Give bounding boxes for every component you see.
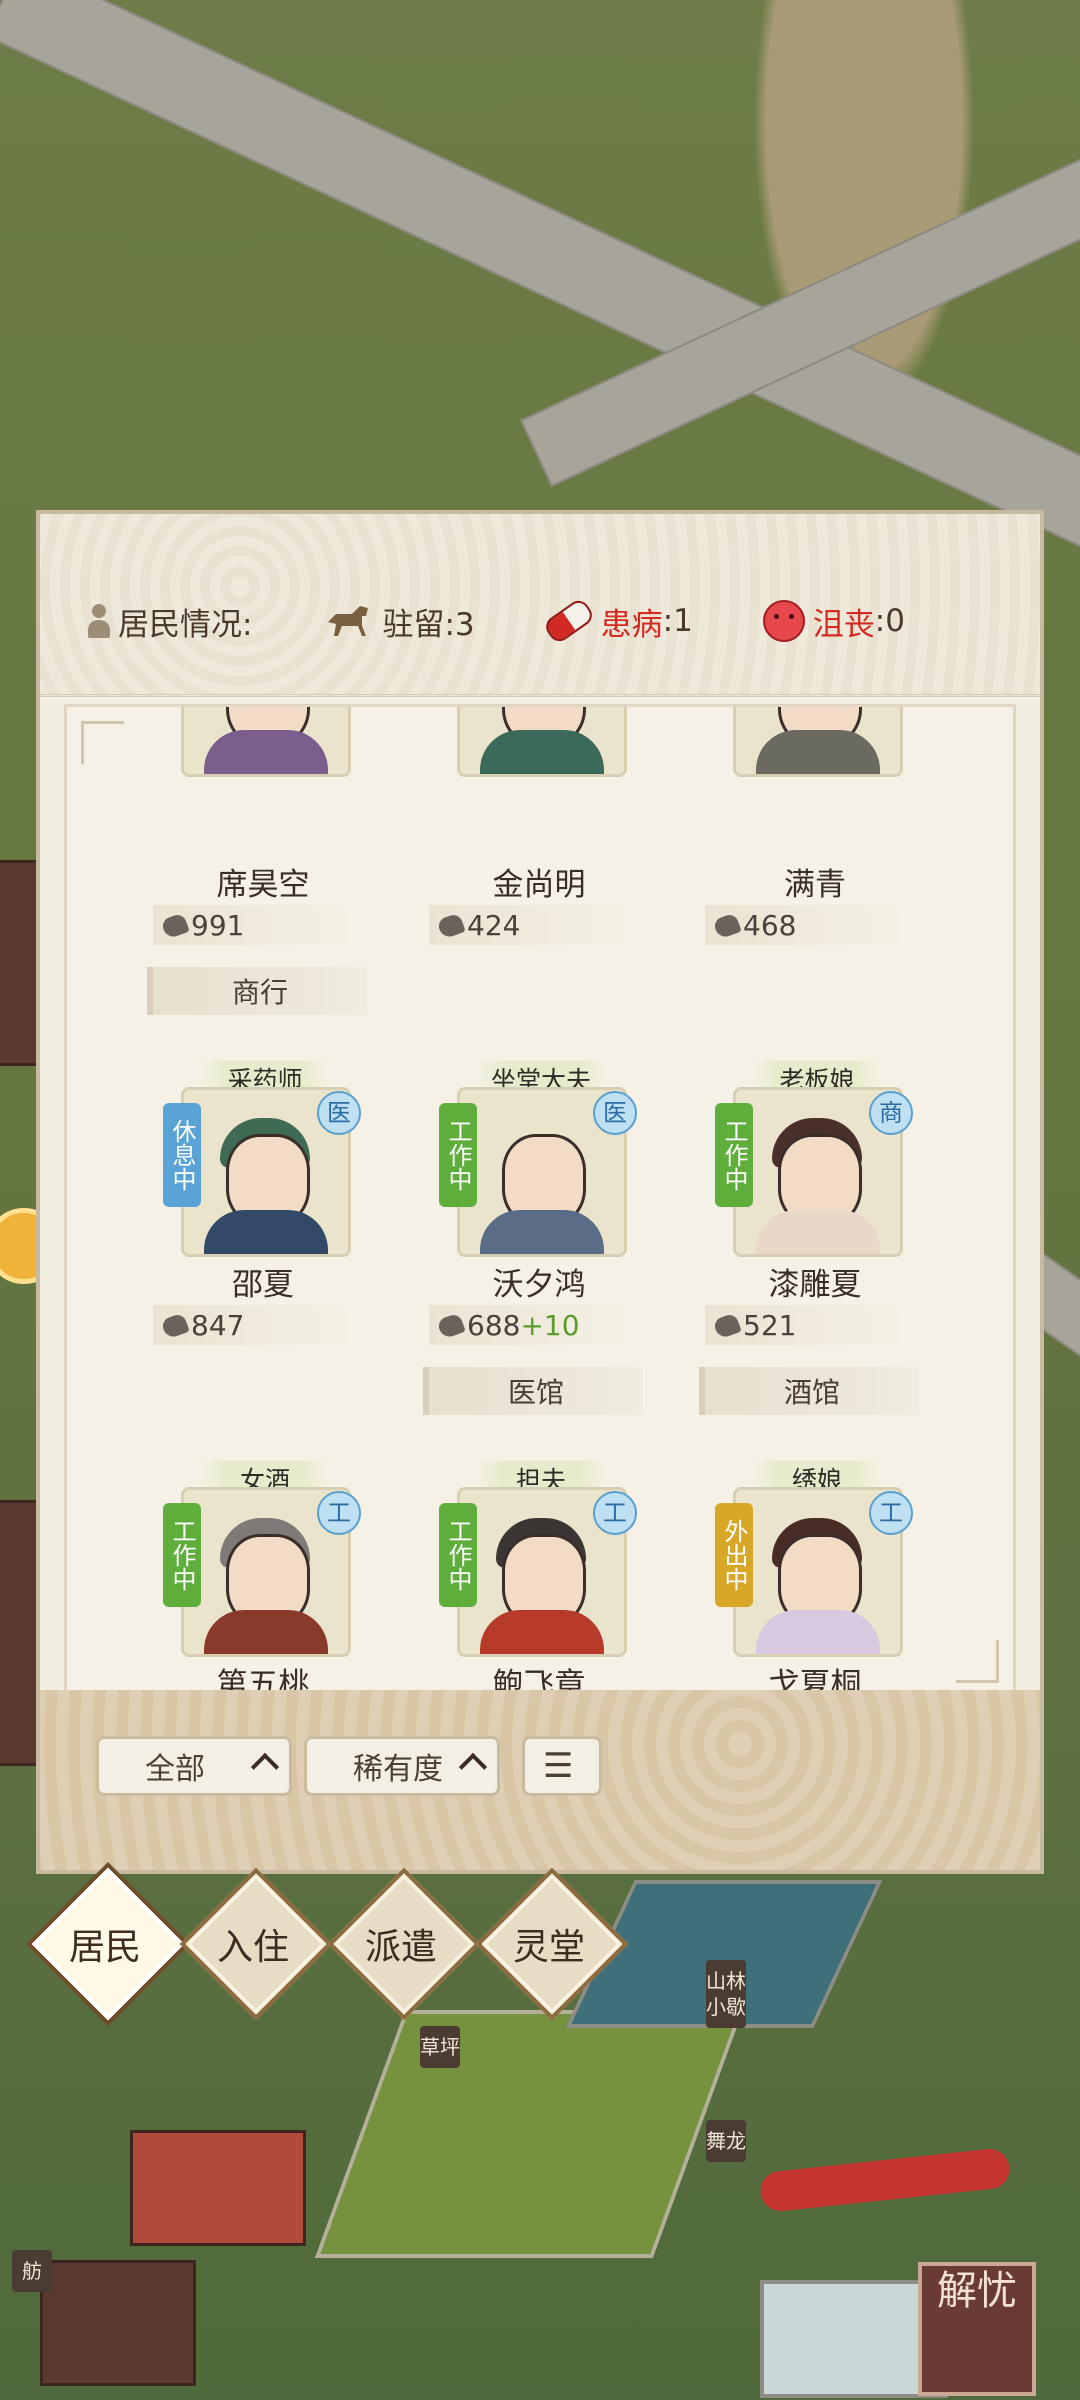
status-badge: 休息中 (163, 1103, 201, 1207)
resident-hp: 688 +10 (429, 1305, 629, 1345)
resident-card[interactable]: 女酒 工作中 工 第五桃 990 (163, 1461, 363, 1697)
resident-list[interactable]: 席昊空 991 商行 金尚明 424 满青 468 采药师 休息中 医 邵夏 8… (64, 704, 1016, 1700)
resident-card[interactable]: 采药师 休息中 医 邵夏 847 (153, 1061, 363, 1345)
status-badge: 工作中 (439, 1103, 477, 1207)
sick-value: :1 (662, 603, 693, 639)
stay-text: 驻留:3 (382, 606, 475, 643)
resident-name: 席昊空 (216, 867, 310, 903)
frame-corner (81, 721, 124, 764)
resident-name: 漆雕夏 (768, 1267, 862, 1303)
lawn-sign[interactable]: 草坪 (420, 2026, 460, 2068)
chevron-up-icon (250, 1752, 280, 1782)
heart-icon (437, 1312, 465, 1338)
resident-name: 满青 (784, 867, 846, 903)
resident-card[interactable]: 金尚明 424 (429, 707, 639, 945)
resident-label-text: 居民情况: (118, 606, 253, 643)
heart-icon (437, 912, 465, 938)
pavilion (130, 2130, 306, 2246)
menu-label: 居民 (68, 1927, 141, 1968)
type-badge: 商 (869, 1091, 913, 1135)
forest-rest-sign[interactable]: 山林小歇 (706, 1960, 746, 2028)
resident-portrait (181, 707, 351, 777)
frame-corner (956, 1640, 999, 1683)
status-badge: 工作中 (715, 1103, 753, 1207)
resident-card[interactable]: 绣娘 外出中 工 戈夏桐 648 (715, 1461, 915, 1697)
heart-icon (713, 912, 741, 938)
sad-label: 沮丧 (812, 606, 875, 643)
filter-all-label: 全部 (145, 1752, 205, 1787)
panel-footer: 全部 稀有度 ☰ (40, 1690, 1040, 1870)
resident-portrait (457, 707, 627, 777)
type-badge: 工 (593, 1491, 637, 1535)
resident-card[interactable]: 席昊空 991 商行 (147, 707, 367, 1015)
menu-move-in[interactable]: 入住 (179, 1867, 333, 2021)
sick-count: 患病:1 (541, 596, 693, 646)
type-badge: 医 (317, 1091, 361, 1135)
boat-house-sign[interactable]: 舫 (12, 2250, 52, 2292)
resident-hp: 424 (429, 905, 629, 945)
menu-label: 入住 (216, 1927, 289, 1968)
heart-icon (161, 1312, 189, 1338)
status-badge: 工作中 (163, 1503, 201, 1607)
workplace-tag[interactable]: 医馆 (423, 1367, 643, 1415)
resident-hp: 521 (705, 1305, 905, 1345)
filter-all-dropdown[interactable]: 全部 (96, 1736, 292, 1796)
sick-label: 患病 (600, 606, 663, 643)
menu-label: 派遣 (364, 1927, 437, 1968)
resident-card[interactable]: 担夫 工作中 工 鲍飞章 829 (439, 1461, 639, 1697)
heart-icon (713, 1312, 741, 1338)
resident-hp: 468 (705, 905, 905, 945)
relieve-worry-button[interactable]: 解忧 (918, 2262, 1036, 2396)
sad-count: 沮丧:0 (762, 599, 905, 644)
workplace-tag[interactable]: 酒馆 (699, 1367, 919, 1415)
status-badge: 工作中 (439, 1503, 477, 1607)
lawn-plot (314, 2010, 744, 2258)
sad-face-icon (762, 600, 805, 642)
resident-card[interactable]: 满青 468 (705, 707, 915, 945)
status-badge: 外出中 (715, 1503, 753, 1607)
horse-icon (328, 606, 369, 636)
type-badge: 工 (317, 1491, 361, 1535)
bottom-menu: 居民 入住 派遣 灵堂 (31, 1867, 640, 2021)
pill-icon (541, 596, 596, 646)
sort-icon: ☰ (543, 1746, 574, 1786)
workplace-tag[interactable]: 商行 (147, 967, 367, 1015)
menu-label: 灵堂 (512, 1927, 585, 1968)
resident-portrait (733, 707, 903, 777)
sort-button[interactable]: ☰ (522, 1736, 602, 1796)
rarity-label: 稀有度 (353, 1752, 443, 1787)
resident-name: 邵夏 (232, 1267, 294, 1303)
building (40, 2260, 196, 2386)
sad-value: :0 (874, 603, 905, 639)
person-icon (88, 604, 110, 638)
rarity-dropdown[interactable]: 稀有度 (304, 1736, 500, 1796)
type-badge: 医 (593, 1091, 637, 1135)
resident-hp: 847 (153, 1305, 353, 1345)
dragon-dance (758, 2147, 1012, 2213)
resident-name: 金尚明 (492, 867, 586, 903)
residents-panel: 居民情况: 驻留:3 患病:1 沮丧:0 席昊空 991 商行 金尚明 42… (36, 510, 1044, 1874)
stay-count: 驻留:3 (322, 599, 475, 644)
resident-card[interactable]: 坐堂大夫 工作中 医 沃夕鸿 688 +10 医馆 (423, 1061, 643, 1415)
type-badge: 工 (869, 1491, 913, 1535)
dragon-dance-sign[interactable]: 舞龙 (706, 2120, 746, 2162)
menu-memorial-hall[interactable]: 灵堂 (475, 1867, 629, 2021)
resident-card[interactable]: 老板娘 工作中 商 漆雕夏 521 酒馆 (699, 1061, 919, 1415)
resident-stats: 居民情况: 驻留:3 患病:1 沮丧:0 (88, 596, 1000, 646)
panel-header: 居民情况: 驻留:3 患病:1 沮丧:0 (40, 514, 1040, 697)
heart-icon (161, 912, 189, 938)
menu-residents[interactable]: 居民 (31, 1867, 185, 2021)
menu-dispatch[interactable]: 派遣 (327, 1867, 481, 2021)
resident-hp: 991 (153, 905, 353, 945)
resident-status-label: 居民情况: (88, 599, 252, 644)
resident-name: 沃夕鸿 (492, 1267, 586, 1303)
chevron-up-icon (458, 1752, 488, 1782)
